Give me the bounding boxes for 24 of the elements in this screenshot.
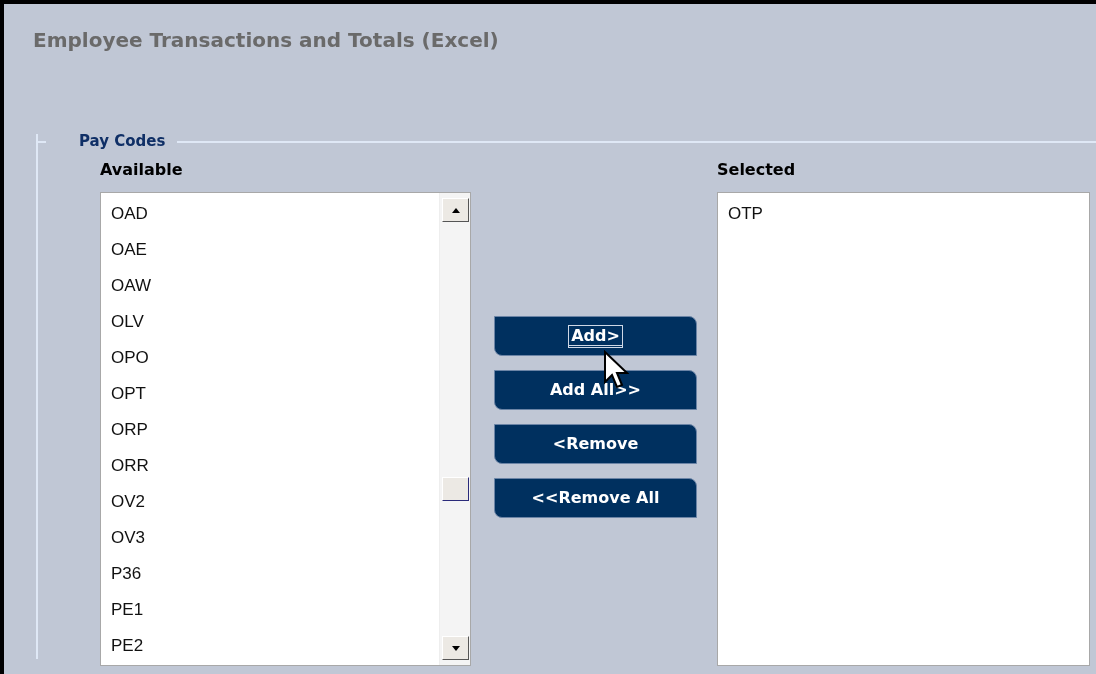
list-item[interactable]: P36 <box>111 564 142 583</box>
list-box[interactable]: OTP <box>717 192 1090 666</box>
list-item[interactable]: OAD <box>111 204 148 223</box>
list-item[interactable]: OLV <box>111 312 144 331</box>
transfer-button[interactable]: <<Remove All <box>494 478 697 518</box>
page-title: Employee Transactions and Totals (Excel) <box>33 28 500 52</box>
list-item[interactable]: OPO <box>111 348 149 367</box>
transfer-button[interactable]: Add All>> <box>494 370 697 410</box>
list-item[interactable]: OPT <box>111 384 146 403</box>
list-label: Available <box>100 159 184 181</box>
list-label: Selected <box>717 159 797 181</box>
list-item[interactable]: OAE <box>111 240 147 259</box>
list-item[interactable]: OV2 <box>111 492 146 511</box>
list-item[interactable]: OV3 <box>111 528 146 547</box>
list-item[interactable]: PE2 <box>111 636 144 655</box>
transfer-button[interactable]: Add> <box>494 316 697 356</box>
transfer-button[interactable]: <Remove <box>494 424 697 464</box>
list-item[interactable]: OTP <box>728 204 763 223</box>
list-item[interactable]: ORP <box>111 420 148 439</box>
list-item[interactable]: OAW <box>111 276 151 295</box>
list-box[interactable]: OAD OAE OAW OLV OPO OPT ORP ORR OV2 OV3 P36 PE1 PE2 <box>100 192 471 666</box>
list-item[interactable]: PE1 <box>111 600 144 619</box>
group-legend: Pay Codes <box>79 134 166 149</box>
list-item[interactable]: ORR <box>111 456 149 475</box>
